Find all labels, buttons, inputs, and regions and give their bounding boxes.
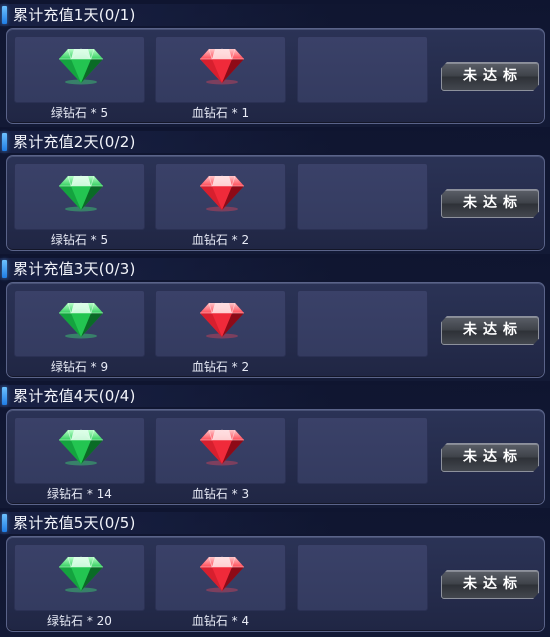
reward-label: 绿钻石 * 9 (50, 360, 109, 374)
reward-slot[interactable] (155, 417, 286, 484)
green-diamond-icon (58, 172, 104, 212)
green-diamond-icon (58, 553, 104, 593)
recharge-reward-list: 累计充值1天(0/1) 绿钻石 * 5 血钻石 * 1 未达标 累计充值2天(0… (0, 0, 550, 637)
green-diamond-icon (58, 45, 104, 85)
green-diamond-icon (58, 426, 104, 466)
reward-label: 血钻石 * 4 (191, 614, 250, 628)
reward-panel: 绿钻石 * 14 血钻石 * 3 未达标 (6, 409, 545, 505)
reward-slot[interactable] (14, 544, 145, 611)
claim-status-button[interactable]: 未达标 (441, 62, 539, 91)
reward-label: 绿钻石 * 5 (50, 233, 109, 247)
reward-slot[interactable] (14, 36, 145, 103)
reward-slot[interactable] (155, 36, 286, 103)
reward-slot[interactable] (155, 163, 286, 230)
reward-row: 累计充值5天(0/5) 绿钻石 * 20 血钻石 * 4 未达标 (0, 508, 550, 637)
reward-slot[interactable] (14, 417, 145, 484)
reward-label: 血钻石 * 2 (191, 360, 250, 374)
reward-label: 绿钻石 * 14 (47, 487, 112, 501)
row-header: 累计充值5天(0/5) (0, 512, 550, 534)
header-accent-bar (2, 387, 7, 405)
empty-reward-slot (297, 36, 428, 103)
red-diamond-icon (199, 553, 245, 593)
claim-status-button[interactable]: 未达标 (441, 570, 539, 599)
red-diamond-icon (199, 45, 245, 85)
reward-slot[interactable] (14, 290, 145, 357)
reward-slot[interactable] (155, 290, 286, 357)
row-header: 累计充值4天(0/4) (0, 385, 550, 407)
row-header: 累计充值3天(0/3) (0, 258, 550, 280)
empty-reward-slot (297, 544, 428, 611)
red-diamond-icon (199, 426, 245, 466)
row-header: 累计充值2天(0/2) (0, 131, 550, 153)
row-title: 累计充值2天(0/2) (13, 133, 136, 151)
reward-label: 绿钻石 * 5 (50, 106, 109, 120)
reward-slot[interactable] (155, 544, 286, 611)
row-title: 累计充值1天(0/1) (13, 6, 136, 24)
empty-reward-slot (297, 417, 428, 484)
empty-reward-slot (297, 290, 428, 357)
header-accent-bar (2, 260, 7, 278)
reward-label: 血钻石 * 1 (191, 106, 250, 120)
reward-row: 累计充值3天(0/3) 绿钻石 * 9 血钻石 * 2 未达标 (0, 254, 550, 381)
header-accent-bar (2, 133, 7, 151)
row-header: 累计充值1天(0/1) (0, 4, 550, 26)
header-accent-bar (2, 514, 7, 532)
reward-label: 绿钻石 * 20 (47, 614, 112, 628)
reward-row: 累计充值4天(0/4) 绿钻石 * 14 血钻石 * 3 未达标 (0, 381, 550, 508)
row-title: 累计充值4天(0/4) (13, 387, 136, 405)
claim-status-button[interactable]: 未达标 (441, 189, 539, 218)
reward-label: 血钻石 * 2 (191, 233, 250, 247)
reward-slot[interactable] (14, 163, 145, 230)
red-diamond-icon (199, 299, 245, 339)
reward-panel: 绿钻石 * 5 血钻石 * 1 未达标 (6, 28, 545, 124)
row-title: 累计充值3天(0/3) (13, 260, 136, 278)
red-diamond-icon (199, 172, 245, 212)
row-title: 累计充值5天(0/5) (13, 514, 136, 532)
header-accent-bar (2, 6, 7, 24)
reward-label: 血钻石 * 3 (191, 487, 250, 501)
reward-panel: 绿钻石 * 9 血钻石 * 2 未达标 (6, 282, 545, 378)
reward-panel: 绿钻石 * 20 血钻石 * 4 未达标 (6, 536, 545, 632)
reward-row: 累计充值1天(0/1) 绿钻石 * 5 血钻石 * 1 未达标 (0, 0, 550, 127)
green-diamond-icon (58, 299, 104, 339)
reward-panel: 绿钻石 * 5 血钻石 * 2 未达标 (6, 155, 545, 251)
reward-row: 累计充值2天(0/2) 绿钻石 * 5 血钻石 * 2 未达标 (0, 127, 550, 254)
claim-status-button[interactable]: 未达标 (441, 443, 539, 472)
empty-reward-slot (297, 163, 428, 230)
claim-status-button[interactable]: 未达标 (441, 316, 539, 345)
